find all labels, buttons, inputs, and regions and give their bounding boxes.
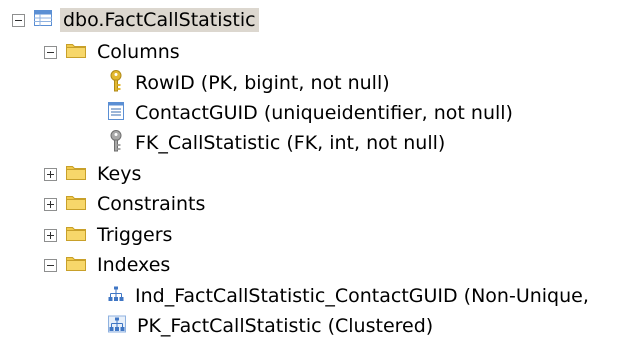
clustered-index-icon: [108, 315, 126, 338]
column-label: RowID (PK, bigint, not null): [135, 72, 390, 94]
tree-node-columns-folder[interactable]: Columns: [44, 37, 183, 67]
folder-label: Columns: [97, 41, 180, 63]
column-label: ContactGUID (uniqueidentifier, not null): [135, 102, 513, 124]
folder-label: Triggers: [97, 224, 173, 246]
expand-toggle[interactable]: [44, 197, 57, 211]
tree-node-index-pk[interactable]: PK_FactCallStatistic (Clustered): [108, 311, 436, 341]
tree-node-keys-folder[interactable]: Keys: [44, 159, 144, 189]
index-label: Ind_FactCallStatistic_ContactGUID (Non-U…: [135, 285, 589, 307]
folder-label: Indexes: [97, 254, 171, 276]
table-icon: [34, 9, 52, 31]
index-label: PK_FactCallStatistic (Clustered): [137, 315, 434, 337]
expand-toggle[interactable]: [44, 228, 57, 242]
expand-toggle[interactable]: [44, 167, 57, 181]
collapse-toggle[interactable]: [44, 45, 57, 59]
folder-icon: [66, 193, 86, 215]
tree-node-column-contactguid[interactable]: ContactGUID (uniqueidentifier, not null): [108, 98, 516, 128]
tree-node-table[interactable]: dbo.FactCallStatistic: [12, 5, 259, 35]
tree-node-triggers-folder[interactable]: Triggers: [44, 220, 175, 250]
tree-node-indexes-folder[interactable]: Indexes: [44, 250, 173, 280]
tree-node-index-contactguid[interactable]: Ind_FactCallStatistic_ContactGUID (Non-U…: [108, 281, 592, 311]
column-icon: [108, 101, 124, 125]
folder-label: Constraints: [97, 193, 206, 215]
folder-icon: [66, 41, 86, 63]
tree-node-constraints-folder[interactable]: Constraints: [44, 189, 208, 219]
folder-icon: [66, 224, 86, 246]
table-name-label: dbo.FactCallStatistic: [60, 8, 259, 32]
index-icon: [108, 285, 124, 307]
folder-label: Keys: [97, 163, 142, 185]
tree-node-column-rowid[interactable]: RowID (PK, bigint, not null): [108, 68, 393, 98]
collapse-toggle[interactable]: [44, 258, 57, 272]
foreign-key-icon: [108, 129, 124, 157]
folder-icon: [66, 254, 86, 276]
collapse-toggle[interactable]: [12, 13, 25, 27]
folder-icon: [66, 163, 86, 185]
primary-key-icon: [108, 69, 124, 97]
tree-node-column-fk-callstatistic[interactable]: FK_CallStatistic (FK, int, not null): [108, 128, 448, 158]
column-label: FK_CallStatistic (FK, int, not null): [135, 132, 446, 154]
